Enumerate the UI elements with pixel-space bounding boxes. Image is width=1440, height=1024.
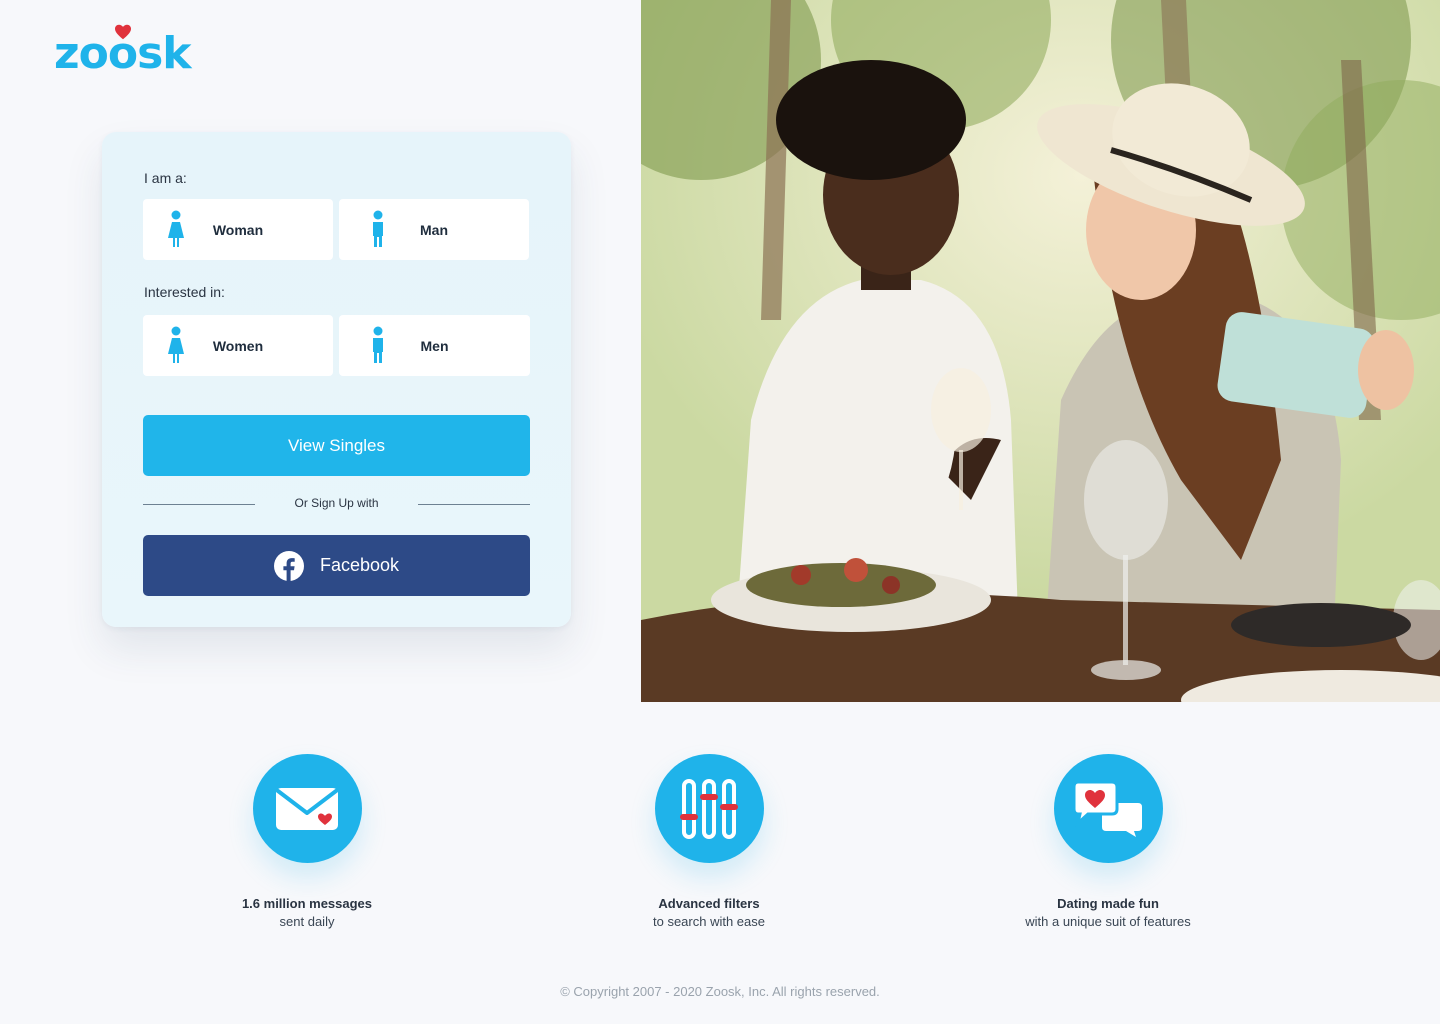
- hero-photo: [641, 0, 1440, 702]
- feature-filters: Advanced filters to search with ease: [559, 754, 859, 929]
- option-man-label: Man: [420, 221, 448, 238]
- heart-icon: [114, 24, 131, 40]
- copyright-footer: © Copyright 2007 - 2020 Zoosk, Inc. All …: [560, 984, 880, 999]
- sliders-icon: [680, 778, 738, 839]
- signup-divider: Or Sign Up with: [143, 496, 530, 510]
- feature-fun-badge: [1053, 754, 1163, 863]
- option-men-label: Men: [420, 337, 449, 354]
- feature-filters-title: Advanced filters: [658, 896, 760, 911]
- logo-text-prefix: zo: [54, 28, 109, 79]
- option-women-label: Women: [212, 337, 264, 354]
- feature-fun-subtitle: with a unique suit of features: [1025, 914, 1191, 929]
- option-man[interactable]: Man: [339, 199, 529, 260]
- option-women[interactable]: Women: [143, 315, 333, 376]
- interested-in-label: Interested in:: [144, 284, 225, 300]
- feature-messages: 1.6 million messages sent daily: [157, 754, 457, 929]
- option-woman-label: Woman: [212, 221, 264, 238]
- feature-messages-subtitle: sent daily: [279, 914, 335, 929]
- feature-filters-subtitle: to search with ease: [652, 914, 765, 929]
- view-singles-button[interactable]: View Singles: [143, 415, 530, 476]
- feature-fun: Dating made fun with a unique suit of fe…: [958, 754, 1258, 929]
- logo-heart-o: o: [108, 24, 138, 78]
- zoosk-logo[interactable]: zo o sk: [54, 24, 192, 79]
- chat-heart-icon: [1072, 780, 1142, 837]
- feature-messages-badge: [252, 754, 362, 863]
- option-men[interactable]: Men: [339, 315, 530, 376]
- facebook-button-label: Facebook: [319, 555, 400, 575]
- signup-card: I am a: Woman Man Interested in: Women M…: [102, 132, 571, 627]
- divider-text: Or Sign Up with: [294, 496, 379, 510]
- feature-filters-badge: [654, 754, 764, 863]
- option-woman[interactable]: Woman: [143, 199, 333, 260]
- feature-messages-title: 1.6 million messages: [241, 896, 373, 911]
- envelope-heart-icon: [276, 787, 338, 830]
- logo-text-suffix: sk: [137, 28, 191, 79]
- feature-fun-title: Dating made fun: [1057, 896, 1159, 911]
- i-am-label: I am a:: [144, 170, 187, 186]
- facebook-icon: [273, 550, 304, 581]
- facebook-signup-button[interactable]: Facebook: [143, 535, 530, 596]
